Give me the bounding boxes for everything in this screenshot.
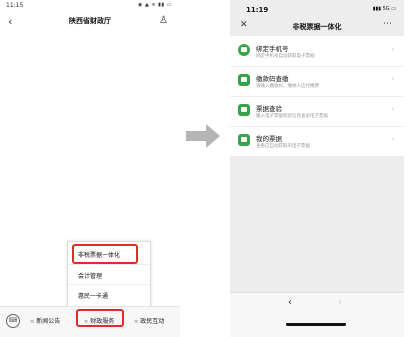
highlight-box-menu [76,309,124,327]
menu-news[interactable]: ≡ 新闻公告 [30,316,60,325]
list-item-subtitle: 绑定手机号自动获取电子票据 [256,54,315,59]
list-item-title: 缴款码查缴 [256,75,289,83]
home-indicator [286,323,346,326]
chevron-right-icon: › [391,75,394,83]
list-item-title: 我的票据 [256,135,282,143]
list-item-title: 绑定手机号 [256,45,289,53]
page-title: 非税票据一体化 [292,23,342,31]
check-icon [238,104,250,116]
chevron-right-icon: › [391,135,394,143]
list-item-title: 票据查验 [256,105,282,113]
status-icons: ▮▮▮ 5G ▭ [372,6,396,12]
header: ‹ 陕西省财政厅 ♙ [0,10,180,32]
list-item-subtitle: 请输入缴款码，缴纳人应付缴费 [256,84,319,89]
menu-icon: ≡ [134,319,139,325]
phone-icon [238,44,250,56]
status-time: 11:15 [6,2,24,9]
chevron-right-icon: › [391,45,394,53]
list-item-my-bills[interactable]: 我的票据 查看已自动获取的电子票据 › [230,126,404,157]
popup-item-huimin-card[interactable]: 惠民一卡通 [68,284,150,303]
menu-icon: ≡ [30,319,35,325]
arrow-right-icon [186,124,220,148]
list-item-subtitle: 查看已自动获取的电子票据 [256,144,310,149]
receipt-icon [238,134,250,146]
chevron-right-icon: › [391,105,394,113]
highlight-box-popup-item [72,244,138,264]
right-phone-screen: 11:19 ▮▮▮ 5G ▭ ✕ 非税票据一体化 ⋯ 绑定手机号 绑定手机号自动… [230,0,404,337]
keyboard-icon[interactable]: ⌨ [6,314,20,328]
nav-forward-icon[interactable]: › [338,297,342,308]
page-title: 陕西省财政厅 [69,17,111,25]
code-icon [238,74,250,86]
status-bar: 11:15 ◉ ▲ ≋ ▮▮ ▭ [0,0,180,10]
nav-back-icon[interactable]: ‹ [288,297,292,308]
list-item-subtitle: 输入电子票据校验信息查验电子票据 [256,114,328,119]
status-time: 11:19 [246,6,269,14]
user-icon[interactable]: ♙ [159,15,168,26]
more-icon[interactable]: ⋯ [383,19,392,29]
browser-nav-bar: ‹ › [230,292,404,337]
status-bar: 11:19 ▮▮▮ 5G ▭ [230,0,404,16]
popup-item-accounting[interactable]: 会计管理 [68,264,150,283]
header: ✕ 非税票据一体化 ⋯ [230,18,404,36]
menu-interaction[interactable]: ≡ 政民互动 [134,316,164,325]
left-phone-screen: 11:15 ◉ ▲ ≋ ▮▮ ▭ ‹ 陕西省财政厅 ♙ 非税票据一体化 会计管理… [0,0,180,337]
list-item-payment-code[interactable]: 缴款码查缴 请输入缴款码，缴纳人应付缴费 › [230,66,404,97]
list-item-bill-verify[interactable]: 票据查验 输入电子票据校验信息查验电子票据 › [230,96,404,127]
status-icons: ◉ ▲ ≋ ▮▮ ▭ [138,2,172,8]
list-item-bind-phone[interactable]: 绑定手机号 绑定手机号自动获取电子票据 › [230,36,404,67]
service-list: 绑定手机号 绑定手机号自动获取电子票据 › 缴款码查缴 请输入缴款码，缴纳人应付… [230,36,404,157]
